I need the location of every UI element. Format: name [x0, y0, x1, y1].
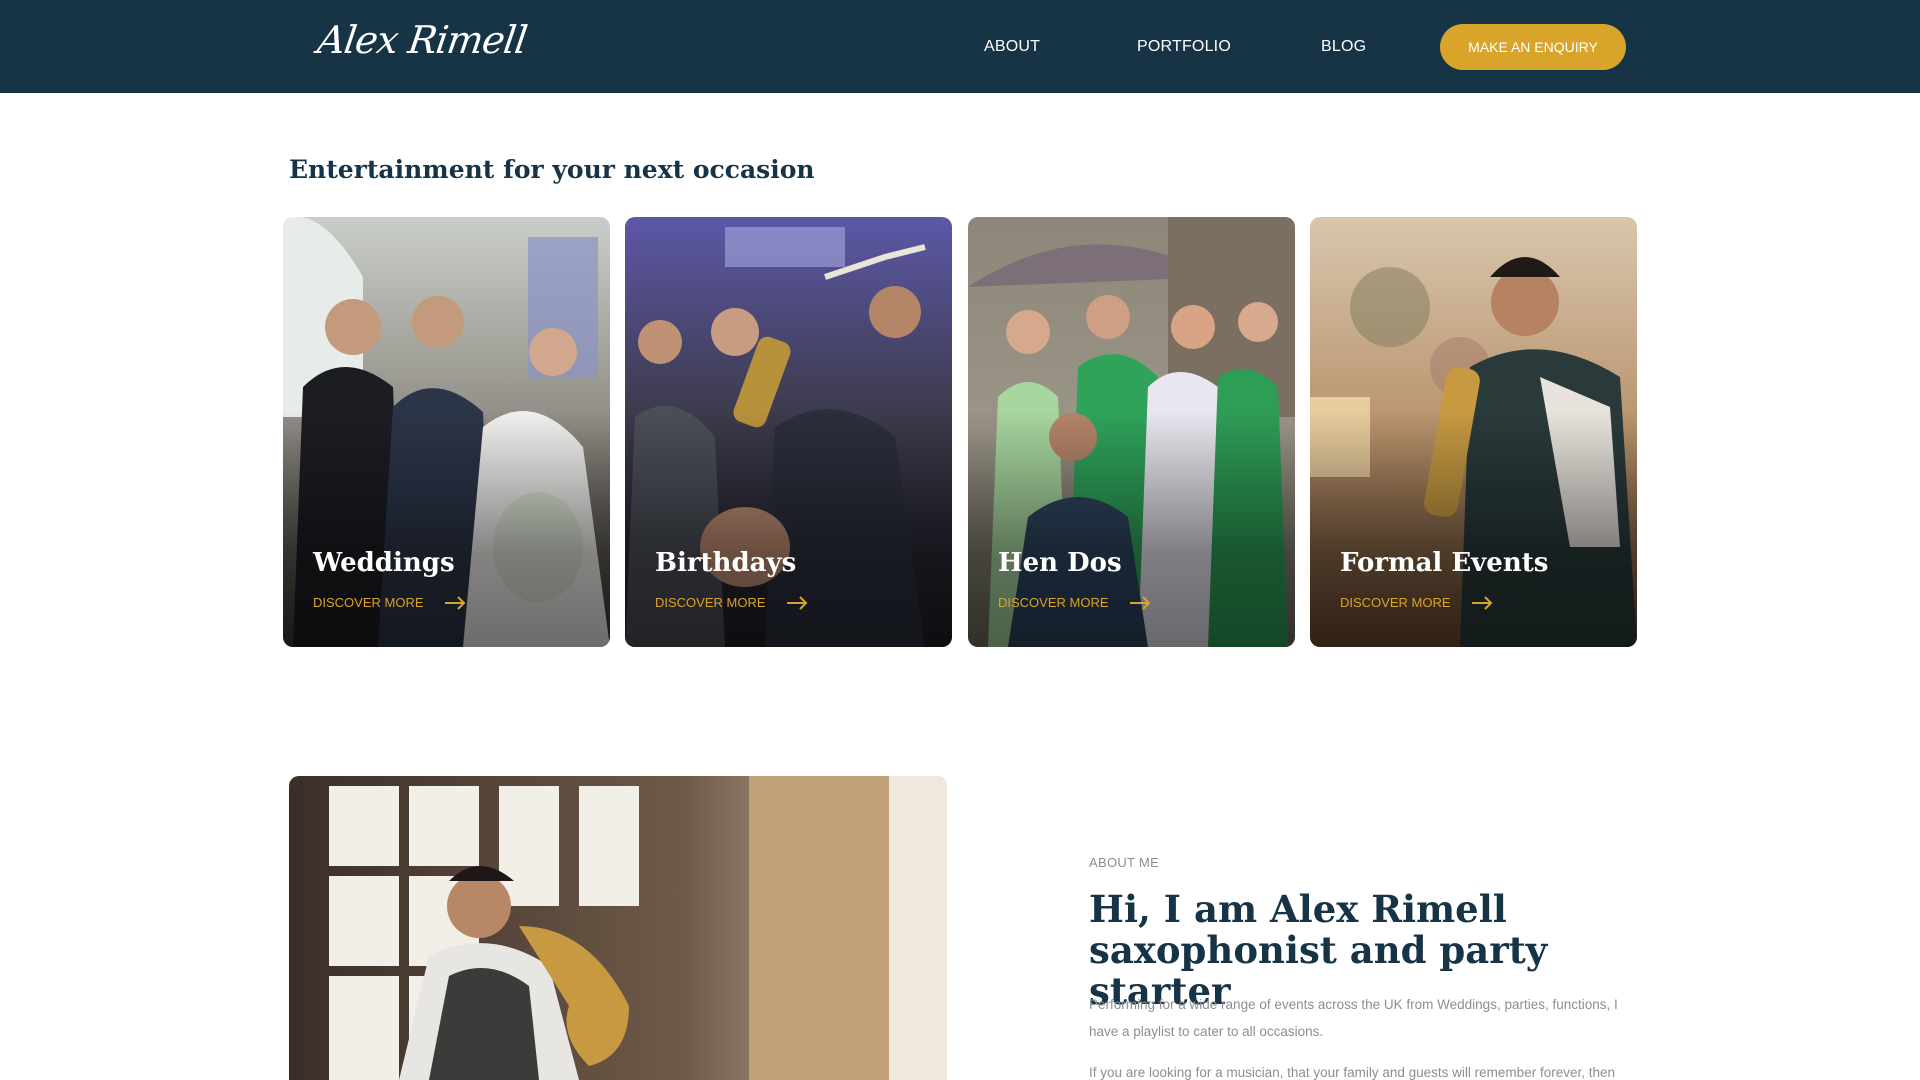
nav-blog[interactable]: BLOG	[1321, 38, 1366, 56]
discover-more-label: DISCOVER MORE	[313, 595, 424, 610]
about-photo	[289, 776, 947, 1080]
discover-more-link[interactable]: DISCOVER MORE	[1340, 595, 1493, 610]
arrow-right-icon	[444, 595, 465, 610]
discover-more-label: DISCOVER MORE	[998, 595, 1109, 610]
card-title: Weddings	[313, 548, 455, 578]
arrow-right-icon	[1471, 595, 1492, 610]
arrow-right-icon	[786, 595, 807, 610]
card-overlay	[1310, 217, 1637, 647]
about-label: ABOUT ME	[1089, 855, 1160, 870]
discover-more-link[interactable]: DISCOVER MORE	[313, 595, 466, 610]
card-weddings[interactable]: Weddings DISCOVER MORE	[283, 217, 610, 647]
about-paragraph-2: If you are looking for a musician, that …	[1089, 1065, 1615, 1080]
nav-portfolio[interactable]: PORTFOLIO	[1137, 38, 1231, 56]
card-overlay	[968, 217, 1295, 647]
card-hen-dos[interactable]: Hen Dos DISCOVER MORE	[968, 217, 1295, 647]
discover-more-link[interactable]: DISCOVER MORE	[655, 595, 808, 610]
card-title: Birthdays	[655, 548, 797, 578]
about-heading-line1: Hi, I am Alex Rimell	[1089, 887, 1507, 931]
card-formal-events[interactable]: Formal Events DISCOVER MORE	[1310, 217, 1637, 647]
card-title: Formal Events	[1340, 548, 1549, 578]
card-birthdays[interactable]: Birthdays DISCOVER MORE	[625, 217, 952, 647]
discover-more-label: DISCOVER MORE	[1340, 595, 1451, 610]
arrow-right-icon	[1129, 595, 1150, 610]
card-overlay	[283, 217, 610, 647]
card-overlay	[625, 217, 952, 647]
logo[interactable]: Alex Rimell	[315, 18, 529, 62]
discover-more-link[interactable]: DISCOVER MORE	[998, 595, 1151, 610]
about-paragraph-1: Performing for a wide range of events ac…	[1089, 997, 1618, 1039]
card-title: Hen Dos	[998, 548, 1122, 578]
site-header: Alex Rimell ABOUT PORTFOLIO BLOG MAKE AN…	[0, 0, 1920, 93]
saxophonist-photo	[289, 776, 947, 1080]
make-enquiry-button[interactable]: MAKE AN ENQUIRY	[1440, 24, 1626, 70]
section-title: Entertainment for your next occasion	[289, 155, 815, 184]
nav-about[interactable]: ABOUT	[984, 38, 1040, 56]
discover-more-label: DISCOVER MORE	[655, 595, 766, 610]
